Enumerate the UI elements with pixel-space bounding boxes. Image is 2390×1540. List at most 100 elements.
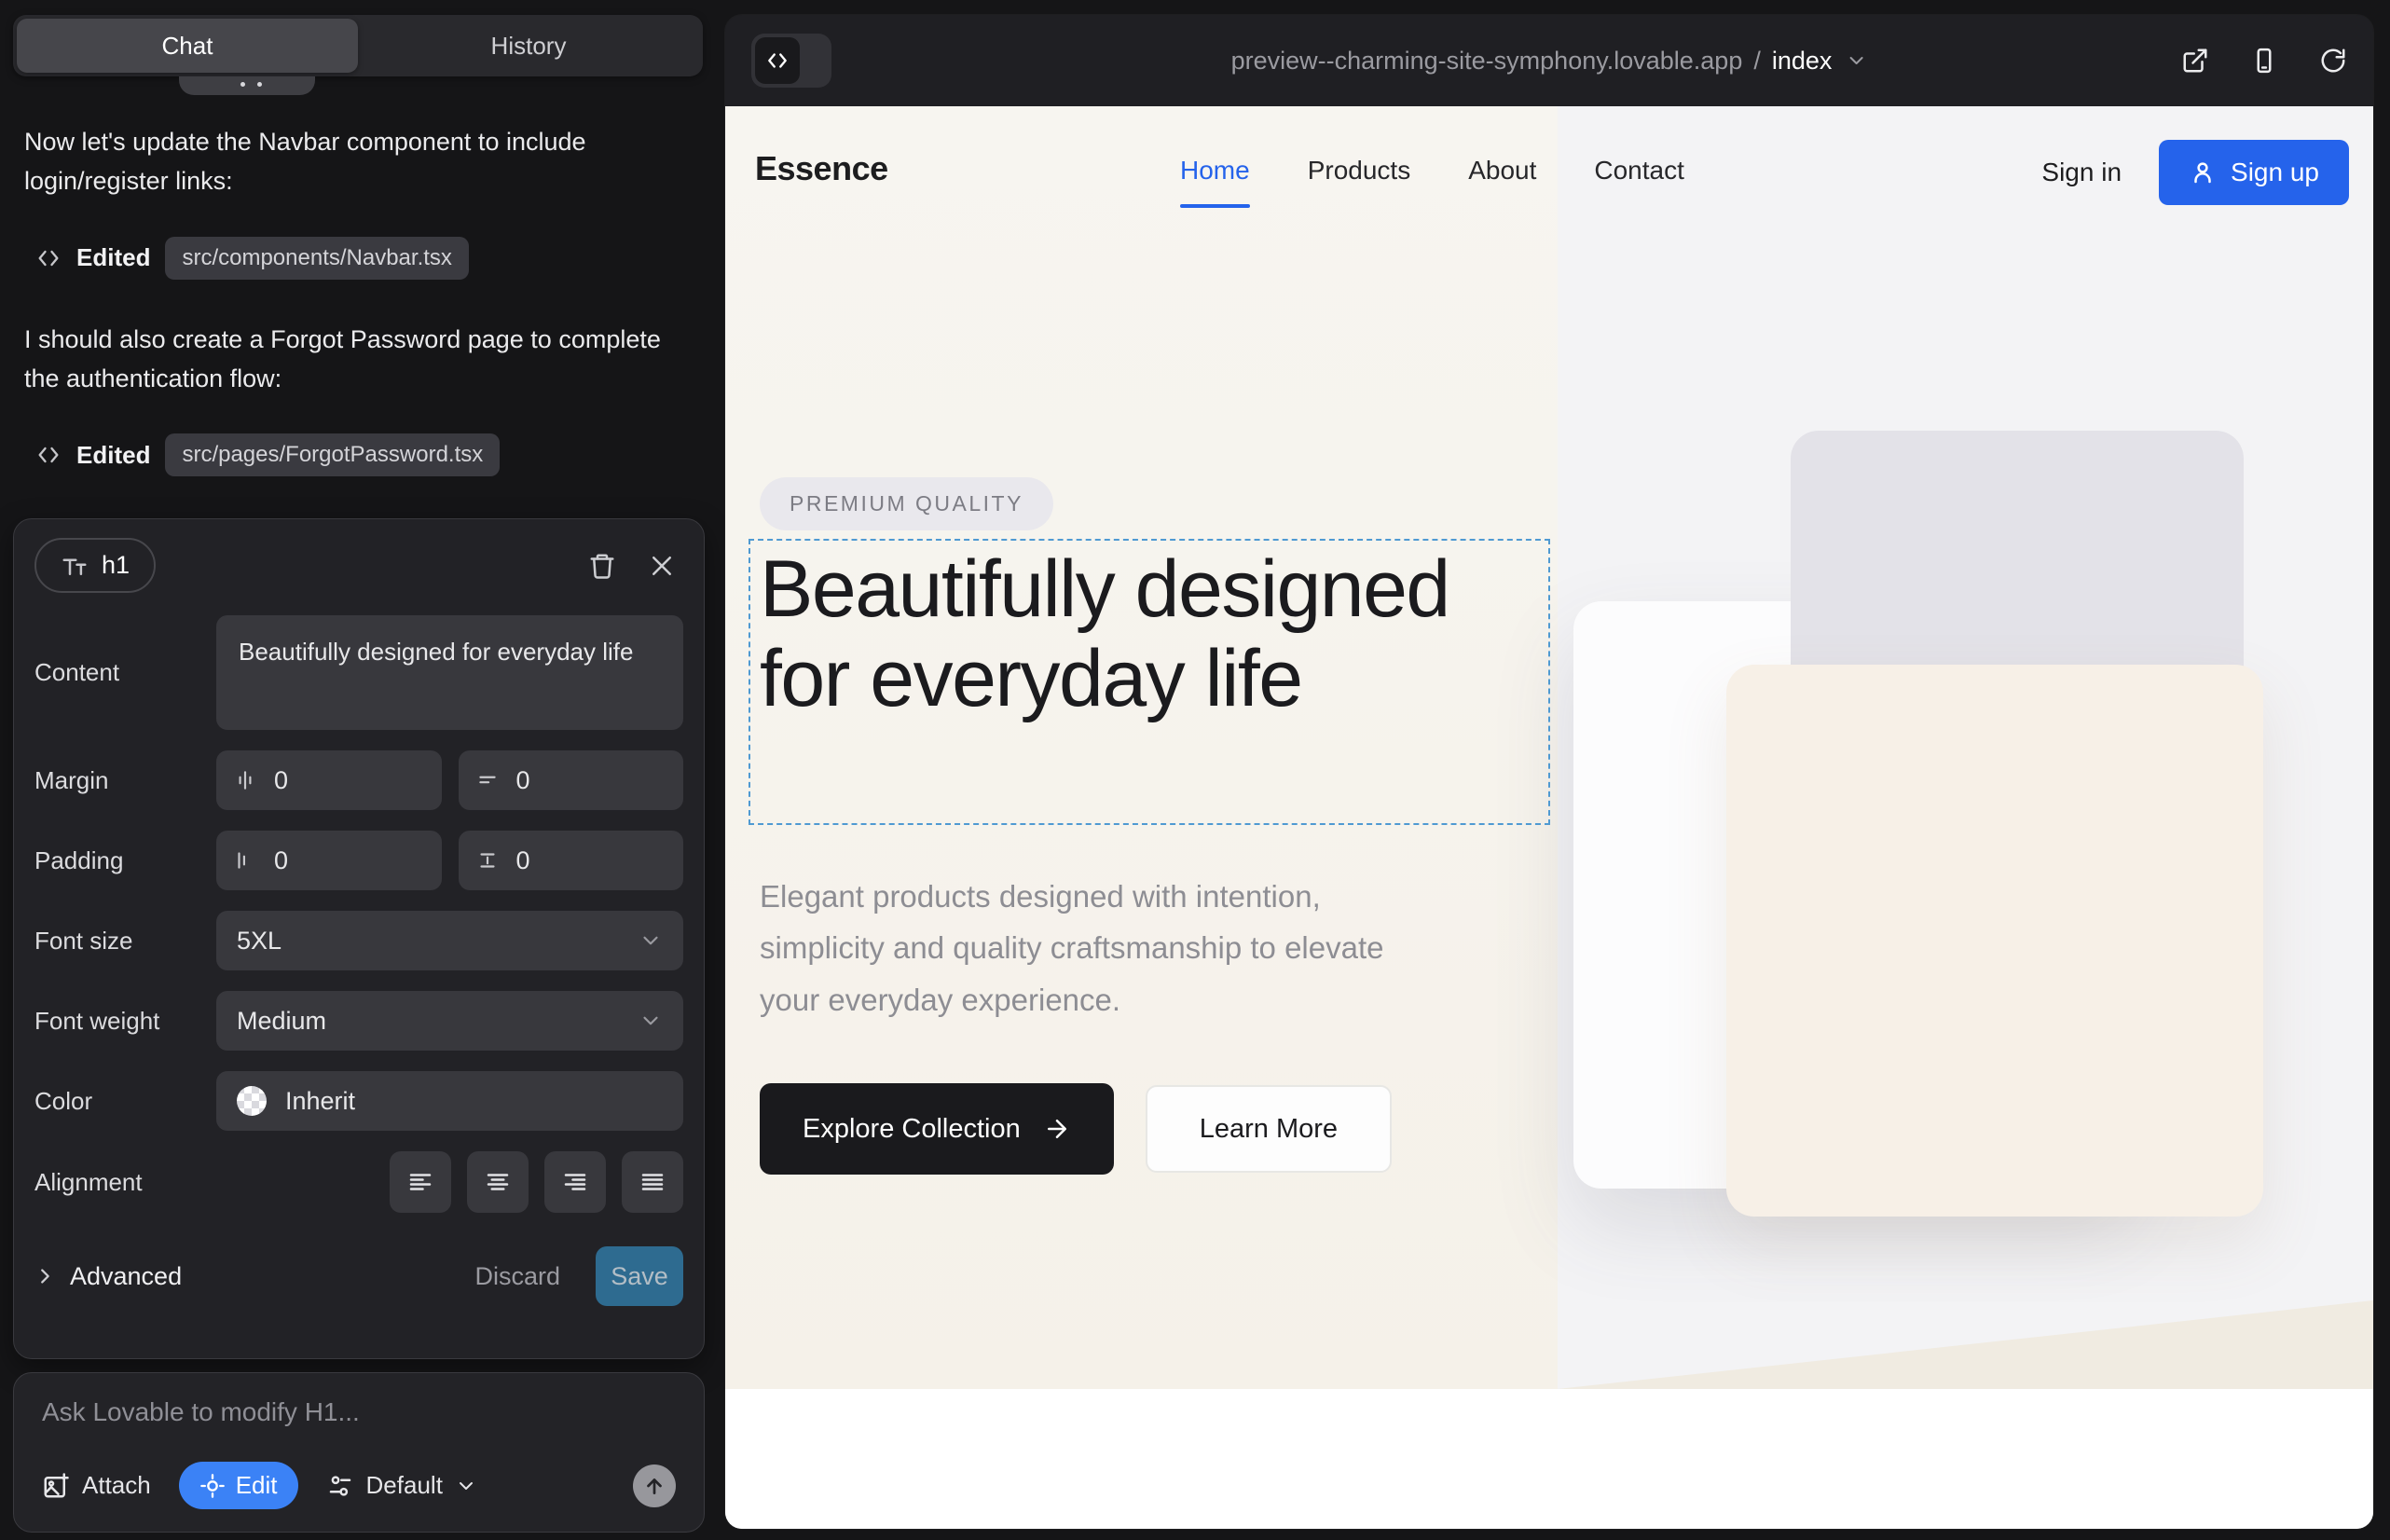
font-weight-row: Font weight Medium: [34, 991, 683, 1051]
default-mode-button[interactable]: Default: [326, 1471, 477, 1500]
premium-quality-badge: PREMIUM QUALITY: [760, 477, 1053, 530]
chat-composer[interactable]: Ask Lovable to modify H1... Attach Edit …: [13, 1372, 705, 1533]
open-external-button[interactable]: [2181, 47, 2209, 75]
close-icon: [648, 552, 676, 580]
discard-button[interactable]: Discard: [474, 1262, 560, 1291]
alignment-row: Alignment: [34, 1151, 683, 1213]
site-navbar: Essence Home Products About Contact Sign…: [725, 106, 2373, 233]
content-input[interactable]: Beautifully designed for everyday life: [216, 615, 683, 730]
align-center-icon: [484, 1168, 512, 1196]
user-icon: [2189, 158, 2217, 186]
arrow-up-icon: [642, 1474, 666, 1498]
nav-link-contact[interactable]: Contact: [1594, 156, 1684, 186]
composer-input[interactable]: Ask Lovable to modify H1...: [42, 1397, 676, 1427]
attach-button[interactable]: Attach: [42, 1471, 151, 1500]
sign-up-button[interactable]: Sign up: [2159, 140, 2349, 205]
refresh-button[interactable]: [2319, 47, 2347, 75]
margin-x-input[interactable]: 0: [216, 750, 442, 810]
tab-chat[interactable]: Chat: [17, 19, 358, 73]
assistant-message: Now let's update the Navbar component to…: [24, 123, 692, 201]
nav-link-home[interactable]: Home: [1180, 156, 1250, 186]
padding-label: Padding: [34, 846, 216, 875]
chevron-down-icon: [1845, 49, 1867, 72]
edited-label: Edited: [76, 243, 150, 272]
content-row: Content Beautifully designed for everyda…: [34, 615, 683, 730]
element-tag-badge[interactable]: h1: [34, 538, 156, 593]
nav-link-about[interactable]: About: [1468, 156, 1536, 186]
chevron-down-icon: [455, 1475, 477, 1497]
nav-link-products[interactable]: Products: [1308, 156, 1411, 186]
color-select[interactable]: Inherit: [216, 1071, 683, 1131]
edited-file-row[interactable]: Edited src/components/Navbar.tsx: [35, 237, 692, 280]
delete-element-button[interactable]: [581, 544, 624, 587]
image-plus-icon: [42, 1472, 70, 1500]
chevron-right-icon: [34, 1266, 55, 1286]
element-selection-outline: [749, 539, 1550, 825]
scrolled-chip-partial: [179, 76, 315, 95]
browser-actions: [2181, 47, 2347, 75]
preview-url[interactable]: preview--charming-site-symphony.lovable.…: [1231, 47, 1868, 76]
align-left-icon: [406, 1168, 434, 1196]
decor-diagonal-wedge: [1558, 1300, 2373, 1389]
margin-label: Margin: [34, 766, 216, 795]
align-right-icon: [561, 1168, 589, 1196]
padding-vertical-icon: [475, 848, 500, 873]
font-size-row: Font size 5XL: [34, 911, 683, 970]
margin-vertical-icon: [475, 768, 500, 792]
content-label: Content: [34, 658, 216, 687]
element-editor-panel: h1 Content Beautifully designed for ever…: [13, 518, 705, 1359]
code-icon: [35, 442, 62, 468]
alignment-label: Alignment: [34, 1168, 216, 1197]
save-button[interactable]: Save: [596, 1246, 683, 1306]
chat-thread: Now let's update the Navbar component to…: [24, 123, 692, 517]
tab-history[interactable]: History: [358, 19, 699, 73]
file-chip[interactable]: src/pages/ForgotPassword.tsx: [165, 433, 500, 476]
margin-horizontal-icon: [233, 768, 257, 792]
chevron-down-icon: [639, 928, 663, 953]
preview-browser-window: preview--charming-site-symphony.lovable.…: [725, 15, 2373, 1529]
color-label: Color: [34, 1087, 216, 1116]
align-center-button[interactable]: [467, 1151, 529, 1213]
file-chip[interactable]: src/components/Navbar.tsx: [165, 237, 468, 280]
close-panel-button[interactable]: [640, 544, 683, 587]
sign-in-link[interactable]: Sign in: [2041, 158, 2122, 187]
arrow-right-icon: [1043, 1115, 1071, 1143]
code-preview-toggle[interactable]: [751, 34, 831, 88]
padding-x-input[interactable]: 0: [216, 831, 442, 890]
hero-cta-row: Explore Collection Learn More: [760, 1083, 1392, 1175]
font-size-label: Font size: [34, 927, 216, 956]
code-view-segment[interactable]: [755, 37, 800, 84]
crosshair-icon: [199, 1473, 226, 1499]
font-size-select[interactable]: 5XL: [216, 911, 683, 970]
padding-horizontal-icon: [233, 848, 257, 873]
mobile-view-button[interactable]: [2250, 47, 2278, 75]
align-justify-button[interactable]: [622, 1151, 683, 1213]
code-icon: [765, 48, 790, 73]
url-page: index: [1772, 47, 1833, 76]
send-button[interactable]: [633, 1464, 676, 1507]
align-left-button[interactable]: [390, 1151, 451, 1213]
lovable-builder-app: Chat History Now let's update the Navbar…: [0, 0, 2390, 1540]
trash-icon: [588, 552, 616, 580]
font-weight-select[interactable]: Medium: [216, 991, 683, 1051]
code-icon: [35, 245, 62, 271]
padding-y-input[interactable]: 0: [459, 831, 684, 890]
sliders-icon: [326, 1472, 354, 1500]
margin-y-input[interactable]: 0: [459, 750, 684, 810]
element-tag-label: h1: [102, 551, 130, 580]
edited-file-row[interactable]: Edited src/pages/ForgotPassword.tsx: [35, 433, 692, 476]
learn-more-button[interactable]: Learn More: [1146, 1085, 1392, 1173]
nav-auth-actions: Sign in Sign up: [2041, 140, 2349, 205]
type-icon: [61, 552, 89, 580]
explore-collection-button[interactable]: Explore Collection: [760, 1083, 1114, 1175]
edit-mode-button[interactable]: Edit: [179, 1462, 298, 1509]
advanced-toggle[interactable]: Advanced: [34, 1262, 182, 1291]
site-logo[interactable]: Essence: [755, 149, 888, 188]
editor-footer: Advanced Discard Save: [34, 1246, 683, 1306]
url-host: preview--charming-site-symphony.lovable.…: [1231, 47, 1743, 76]
align-right-button[interactable]: [544, 1151, 606, 1213]
section-below-hero: [725, 1389, 2373, 1529]
padding-row: Padding 0 0: [34, 831, 683, 890]
site-viewport: Essence Home Products About Contact Sign…: [725, 106, 2373, 1529]
chevron-down-icon: [639, 1009, 663, 1033]
